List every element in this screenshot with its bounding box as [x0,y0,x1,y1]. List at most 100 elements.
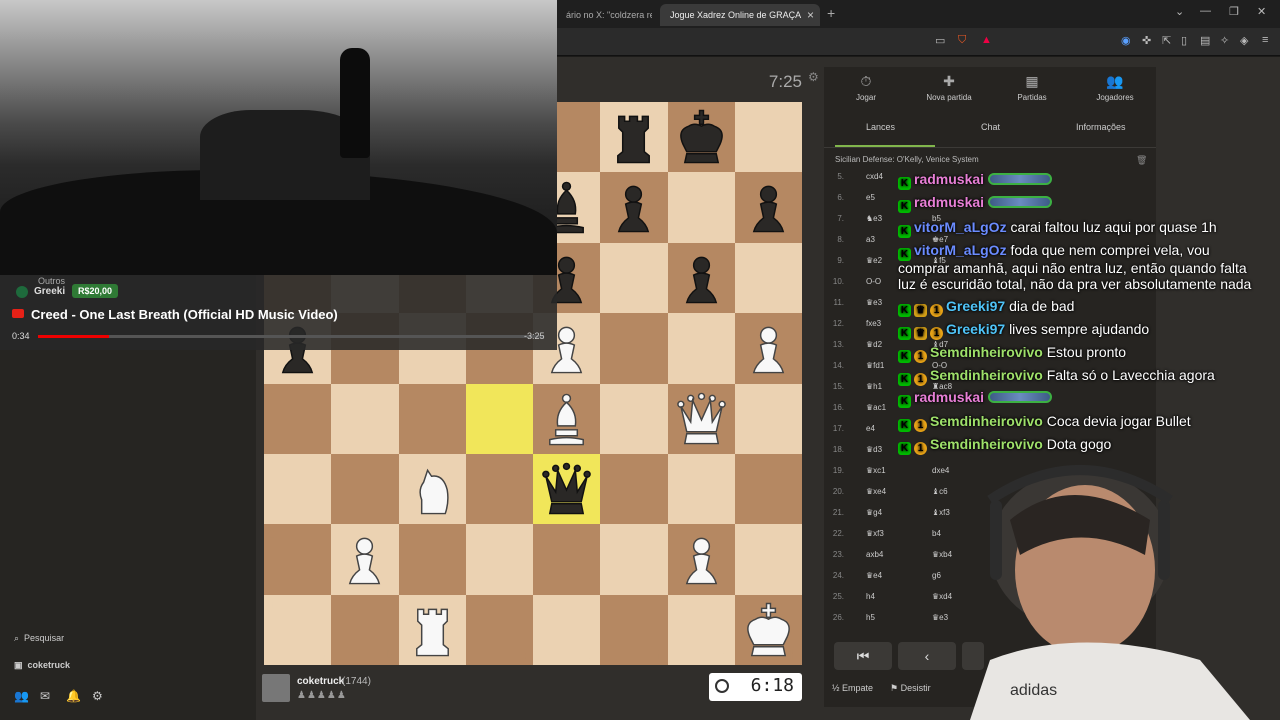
square-b2[interactable] [331,524,399,595]
white-move[interactable]: h4 [866,592,875,601]
square-d4[interactable] [465,383,533,454]
settings-gear-icon[interactable]: ⚙ [808,70,819,84]
mail-icon[interactable]: ✉ [40,689,50,703]
square-d3[interactable] [465,453,533,525]
white-move[interactable]: fxe3 [866,319,881,328]
nav-play[interactable]: ⏱ Jogar [826,73,906,102]
translate-icon[interactable]: ✧ [1220,34,1229,50]
white-move[interactable]: h5 [866,613,875,622]
white-move[interactable]: ♛d2 [866,340,882,349]
new-tab-icon[interactable]: + [827,5,835,21]
friends-icon[interactable]: 👥 [14,689,29,703]
white-move[interactable]: ♛h1 [866,382,882,391]
black-move[interactable]: ♝c6 [932,487,948,496]
square-g4[interactable] [667,383,735,454]
white-move[interactable]: ♛e3 [866,298,882,307]
chat-username[interactable]: Semdinheirovivo [930,367,1047,383]
white-move[interactable]: e5 [866,193,875,202]
black-rook-icon[interactable] [605,108,662,166]
square-b4[interactable] [331,383,399,454]
white-pawn-icon[interactable] [673,530,730,588]
resign-button[interactable]: ⚑ Desistir [890,683,931,694]
draw-button[interactable]: ½ Empate [832,683,873,693]
white-knight-icon[interactable] [404,460,461,518]
square-g2[interactable] [667,524,735,595]
square-e2[interactable] [533,524,601,595]
black-move[interactable]: b4 [932,529,941,538]
black-move[interactable]: ♛xb4 [932,550,952,559]
square-h2[interactable] [734,524,802,595]
chat-username[interactable]: radmuskai [914,194,988,210]
square-c2[interactable] [398,524,466,595]
nav-players[interactable]: 👥 Jogadores [1075,73,1155,102]
close-tab-icon[interactable]: × [807,4,814,26]
share-icon[interactable]: ⇱ [1162,34,1171,50]
white-move[interactable]: ♛xe4 [866,487,886,496]
wallet-icon[interactable]: ▤ [1200,34,1210,50]
tab-moves[interactable]: Lances [866,122,895,132]
chat-username[interactable]: radmuskai [914,171,988,187]
player-name[interactable]: coketruck [297,676,344,687]
square-f8[interactable] [600,102,668,173]
browser-tab-chess[interactable]: Jogue Xadrez Online de GRAÇA × [660,4,820,26]
chat-username[interactable]: Greeki97 [946,321,1009,337]
tab-chat[interactable]: Chat [981,122,1000,132]
black-king-icon[interactable] [673,108,730,166]
black-move[interactable]: ♝xf3 [932,508,950,517]
chat-username[interactable]: vitorM_aLgOz [914,219,1010,235]
square-c4[interactable] [398,383,466,454]
square-e4[interactable] [533,383,601,454]
white-move[interactable]: ♛e2 [866,256,882,265]
search-nav[interactable]: ⌕ Pesquisar [14,633,64,644]
square-e3[interactable] [533,453,601,525]
black-move[interactable]: dxe4 [932,466,949,475]
white-move[interactable]: ♛g4 [866,508,882,517]
square-f3[interactable] [600,453,668,525]
white-pawn-icon[interactable] [740,319,797,377]
white-move[interactable]: cxd4 [866,172,883,181]
square-g8[interactable] [667,102,735,173]
sidebar-icon[interactable]: ▯ [1181,34,1187,50]
tab-info[interactable]: Informações [1076,122,1126,132]
extensions-icon[interactable]: ✜ [1142,34,1151,50]
black-move[interactable]: ♛e3 [932,613,948,622]
black-pawn-icon[interactable] [673,249,730,307]
nav-games[interactable]: ▦ Partidas [992,73,1072,102]
maximize-icon[interactable]: ❐ [1229,5,1239,18]
white-move[interactable]: axb4 [866,550,883,559]
white-move[interactable]: ♛xc1 [866,466,886,475]
square-f2[interactable] [600,524,668,595]
white-rook-icon[interactable] [404,601,461,659]
chat-username[interactable]: Semdinheirovivo [930,413,1047,429]
white-king-icon[interactable] [740,601,797,659]
profile-nav[interactable]: ▣ coketruck [14,660,70,671]
square-h5[interactable] [734,313,802,384]
white-move[interactable]: ♛xf3 [866,529,884,538]
square-h7[interactable] [734,172,802,243]
square-h3[interactable] [734,453,802,525]
chat-username[interactable]: vitorM_aLgOz [914,242,1010,258]
browser-tab-x[interactable]: ário no X: "coldzera revel [556,4,652,26]
square-f7[interactable] [600,172,668,243]
nav-new-game[interactable]: ✚ Nova partida [909,73,989,102]
minimize-icon[interactable]: — [1200,5,1211,17]
white-move[interactable]: e4 [866,424,875,433]
white-move[interactable]: ♛fd1 [866,361,884,370]
black-move[interactable]: g6 [932,571,941,580]
white-move[interactable]: ♛e4 [866,571,882,580]
chat-username[interactable]: Greeki97 [946,298,1009,314]
square-f5[interactable] [600,313,668,384]
chat-username[interactable]: radmuskai [914,389,988,405]
brave-shield-icon[interactable]: ⛉ [958,34,966,50]
white-bishop-icon[interactable] [538,390,595,448]
square-b3[interactable] [331,453,399,525]
prev-move-button[interactable]: ‹ [898,642,956,670]
black-queen-icon[interactable] [538,460,595,518]
square-f6[interactable] [600,242,668,314]
square-g7[interactable] [667,172,735,243]
square-d2[interactable] [465,524,533,595]
chat-username[interactable]: Semdinheirovivo [930,436,1047,452]
square-h8[interactable] [734,102,802,173]
square-g5[interactable] [667,313,735,384]
close-window-icon[interactable]: ✕ [1257,5,1266,18]
